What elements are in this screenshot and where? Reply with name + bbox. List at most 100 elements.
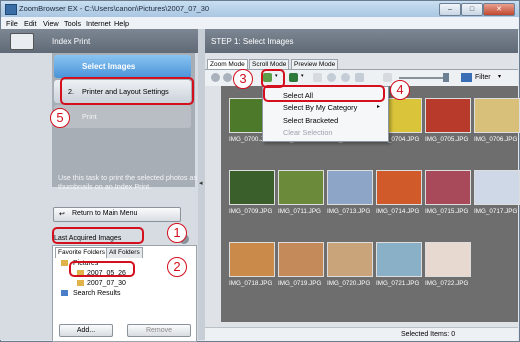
thumbnail-image[interactable] bbox=[229, 170, 275, 205]
thumbnail-image[interactable] bbox=[327, 242, 373, 277]
thumbnail-item[interactable]: IMG_0715.JPG bbox=[425, 170, 472, 215]
thumbnail-item[interactable]: IMG_0713.JPG bbox=[327, 170, 374, 215]
selection-tool-icon[interactable] bbox=[289, 73, 298, 82]
fit-icon[interactable] bbox=[355, 73, 364, 82]
thumbnail-caption: IMG_0721.JPG bbox=[376, 280, 420, 287]
add-button[interactable]: Add... bbox=[59, 324, 113, 337]
pictures-folder-icon bbox=[61, 260, 68, 266]
step-list: Select Images 2. Printer and Layout Sett… bbox=[52, 53, 195, 187]
return-label: Return to Main Menu bbox=[72, 210, 138, 217]
zoom-slider[interactable] bbox=[399, 77, 449, 79]
menu-edit[interactable]: Edit bbox=[24, 19, 37, 28]
task-title: Index Print bbox=[52, 37, 91, 46]
thumbnail-item[interactable]: IMG_0720.JPG bbox=[327, 242, 374, 287]
remove-button[interactable]: Remove bbox=[127, 324, 191, 337]
zoom-slider-handle[interactable] bbox=[443, 73, 449, 82]
thumbnail-size-icon bbox=[383, 73, 392, 82]
menu-help[interactable]: Help bbox=[114, 19, 129, 28]
thumbnail-caption: IMG_0706.JPG bbox=[474, 136, 518, 143]
thumbnail-item[interactable]: IMG_0711.JPG bbox=[278, 170, 325, 215]
thumbnail-image[interactable] bbox=[327, 170, 373, 205]
thumbnail-image[interactable] bbox=[425, 98, 471, 133]
chevron-down-icon[interactable]: ▾ bbox=[301, 73, 305, 82]
thumbnail-image[interactable] bbox=[474, 170, 520, 205]
tree-item-search-results[interactable]: Search Results bbox=[73, 290, 120, 297]
chevron-right-icon: ▸ bbox=[377, 104, 381, 110]
pointer-icon[interactable] bbox=[313, 73, 322, 82]
thumbnail-caption: IMG_0705.JPG bbox=[425, 136, 469, 143]
thumbnail-item[interactable]: IMG_0718.JPG bbox=[229, 242, 276, 287]
callout-number: 4 bbox=[390, 80, 410, 100]
step-select-images[interactable]: Select Images bbox=[54, 55, 191, 78]
maximize-button[interactable]: □ bbox=[461, 3, 483, 16]
thumbnail-caption: IMG_0711.JPG bbox=[278, 208, 321, 215]
thumbnail-caption: IMG_0722.JPG bbox=[425, 280, 469, 287]
menu-tools[interactable]: Tools bbox=[64, 19, 81, 28]
menu-internet[interactable]: Internet bbox=[86, 19, 111, 28]
thumbnail-image[interactable] bbox=[376, 242, 422, 277]
back-icon[interactable] bbox=[211, 73, 220, 82]
forward-icon[interactable] bbox=[223, 73, 232, 82]
vertical-gutter bbox=[205, 86, 221, 322]
search-results-icon bbox=[61, 290, 68, 296]
return-main-menu-button[interactable]: ↩ Return to Main Menu bbox=[53, 207, 181, 222]
thumbnail-image[interactable] bbox=[278, 242, 324, 277]
step-label: Select Images bbox=[82, 62, 136, 71]
tab-all-folders[interactable]: All Folders bbox=[106, 247, 143, 258]
chevron-left-icon[interactable]: ◂ bbox=[199, 179, 203, 187]
thumbnail-item[interactable]: IMG_0714.JPG bbox=[376, 170, 423, 215]
highlight-select-all bbox=[263, 85, 385, 102]
filter-icon[interactable] bbox=[461, 73, 472, 82]
zoom-out-icon[interactable] bbox=[341, 73, 350, 82]
thumbnail-item[interactable]: IMG_0706.JPG bbox=[474, 98, 520, 143]
step-header: STEP 1: Select Images bbox=[205, 29, 518, 53]
thumbnail-item[interactable]: IMG_0717.JPG bbox=[474, 170, 520, 215]
menu-item-select-by-category[interactable]: Select By My Category bbox=[283, 103, 357, 112]
step-label: Print bbox=[82, 112, 97, 121]
step-print[interactable]: Print bbox=[54, 105, 191, 128]
callout-number: 5 bbox=[50, 108, 70, 128]
thumbnail-item[interactable]: IMG_0705.JPG bbox=[425, 98, 472, 143]
thumbnail-item[interactable]: IMG_0719.JPG bbox=[278, 242, 325, 287]
task-panel: Index Print Select Images 2. Printer and… bbox=[0, 29, 199, 342]
thumbnail-image[interactable] bbox=[425, 170, 471, 205]
app-icon bbox=[5, 4, 17, 15]
title-bar: ZoomBrowser EX - C:\Users\canon\Pictures… bbox=[1, 1, 519, 17]
menu-item-select-bracketed[interactable]: Select Bracketed bbox=[283, 116, 338, 125]
thumbnail-image[interactable] bbox=[376, 170, 422, 205]
filter-label[interactable]: Filter bbox=[475, 74, 491, 81]
callout-number: 1 bbox=[167, 223, 187, 243]
menu-view[interactable]: View bbox=[43, 19, 59, 28]
chevron-down-icon[interactable]: ▾ bbox=[498, 73, 501, 80]
callout-number: 3 bbox=[233, 69, 253, 89]
panel-splitter[interactable]: ◂ bbox=[198, 29, 205, 340]
task-description: Use this task to print the selected phot… bbox=[58, 173, 198, 191]
printer-icon bbox=[10, 33, 34, 50]
tree-item-2007-07-30[interactable]: 2007_07_30 bbox=[87, 280, 126, 287]
close-button[interactable]: ✕ bbox=[483, 3, 515, 16]
highlight-favorite-folders bbox=[52, 227, 144, 244]
step-title: STEP 1: Select Images bbox=[211, 37, 294, 46]
folder-icon bbox=[77, 280, 84, 286]
thumbnail-caption: IMG_0713.JPG bbox=[327, 208, 371, 215]
thumbnail-caption: IMG_0714.JPG bbox=[376, 208, 420, 215]
return-arrow-icon: ↩ bbox=[59, 211, 65, 218]
menu-item-clear-selection[interactable]: Clear Selection bbox=[283, 128, 332, 137]
thumbnail-caption: IMG_0719.JPG bbox=[278, 280, 322, 287]
thumbnail-caption: IMG_0709.JPG bbox=[229, 208, 273, 215]
thumbnail-image[interactable] bbox=[425, 242, 471, 277]
tab-favorite-folders[interactable]: Favorite Folders bbox=[55, 247, 108, 258]
task-header: Index Print bbox=[0, 29, 199, 53]
status-bar: Selected Items: 0 bbox=[205, 327, 518, 341]
thumbnail-item[interactable]: IMG_0722.JPG bbox=[425, 242, 472, 287]
menu-file[interactable]: File bbox=[6, 19, 18, 28]
thumbnail-item[interactable]: IMG_0721.JPG bbox=[376, 242, 423, 287]
thumbnail-image[interactable] bbox=[278, 170, 324, 205]
callout-number: 2 bbox=[167, 257, 187, 277]
thumbnail-item[interactable]: IMG_0709.JPG bbox=[229, 170, 276, 215]
selected-count: Selected Items: 0 bbox=[401, 331, 456, 338]
zoom-in-icon[interactable] bbox=[327, 73, 336, 82]
minimize-button[interactable]: – bbox=[439, 3, 461, 16]
thumbnail-image[interactable] bbox=[229, 242, 275, 277]
thumbnail-image[interactable] bbox=[474, 98, 520, 133]
